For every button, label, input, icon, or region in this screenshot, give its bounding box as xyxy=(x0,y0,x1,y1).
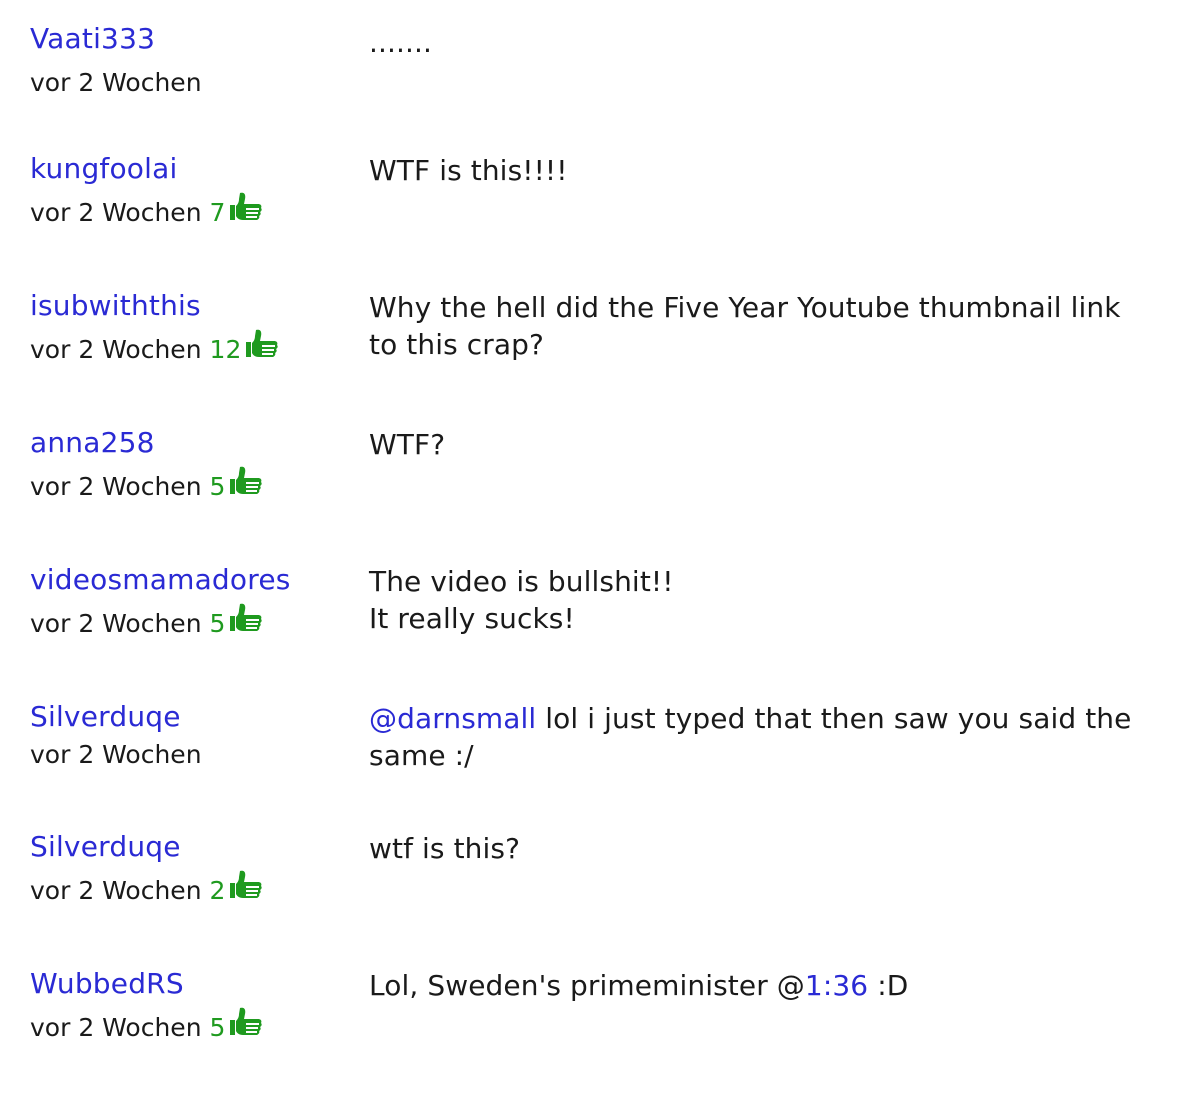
vote-count: 7 xyxy=(209,198,226,227)
timestamp: vor 2 Wochen xyxy=(30,876,202,905)
comment-text-fragment: :D xyxy=(868,969,909,1002)
comment-text-line: to this crap? xyxy=(369,328,545,361)
username-link[interactable]: anna258 xyxy=(30,426,350,460)
username-link[interactable]: videosmamadores xyxy=(30,563,350,597)
timestamp: vor 2 Wochen xyxy=(30,68,202,97)
comment-text-line: same :/ xyxy=(369,739,474,772)
timestamp: vor 2 Wochen xyxy=(30,740,202,769)
username-link[interactable]: Silverduqe xyxy=(30,830,350,864)
thumbs-up-icon[interactable] xyxy=(229,465,263,501)
vote-count: 2 xyxy=(209,876,226,905)
comment-text-line: It really sucks! xyxy=(369,602,575,635)
comment-meta: anna258 vor 2 Wochen 5 xyxy=(30,426,350,504)
comment-text-fragment: Lol, Sweden's primeminister @ xyxy=(369,969,805,1002)
comment-time-row: vor 2 Wochen 5 xyxy=(30,603,350,641)
thumbs-up-icon[interactable] xyxy=(245,328,279,364)
vote-count: 5 xyxy=(209,472,226,501)
vote-count: 12 xyxy=(209,335,242,364)
comment-meta: WubbedRS vor 2 Wochen 5 xyxy=(30,967,350,1045)
timestamp: vor 2 Wochen xyxy=(30,1013,202,1042)
comment-text: WTF? xyxy=(369,428,446,461)
comment-text-line: @darnsmall lol i just typed that then sa… xyxy=(369,700,1159,737)
timestamp: vor 2 Wochen xyxy=(30,472,202,501)
comment-text: Lol, Sweden's primeminister @1:36 :D xyxy=(369,967,1159,1004)
comment-time-row: vor 2 Wochen 12 xyxy=(30,329,350,367)
comment-text-line: The video is bullshit!! xyxy=(369,565,674,598)
timestamp: vor 2 Wochen xyxy=(30,198,202,227)
comment-time-row: vor 2 Wochen 2 xyxy=(30,870,350,908)
username-link[interactable]: kungfoolai xyxy=(30,152,350,186)
comment-meta: Vaati333 vor 2 Wochen xyxy=(30,22,350,100)
thumbs-up-icon[interactable] xyxy=(229,1006,263,1042)
vote-count: 5 xyxy=(209,609,226,638)
username-link[interactable]: isubwiththis xyxy=(30,289,350,323)
comment-text: wtf is this? xyxy=(369,832,521,865)
thumbs-up-icon[interactable] xyxy=(229,191,263,227)
username-link[interactable]: Silverduqe xyxy=(30,700,350,734)
comment-text: WTF is this!!!! xyxy=(369,154,568,187)
comment-meta: videosmamadores vor 2 Wochen 5 xyxy=(30,563,350,641)
comment-time-row: vor 2 Wochen 7 xyxy=(30,192,350,230)
comment-text-fragment: lol i just typed that then saw you said … xyxy=(536,702,1132,735)
comment-meta: isubwiththis vor 2 Wochen 12 xyxy=(30,289,350,367)
timestamp: vor 2 Wochen xyxy=(30,335,202,364)
comment-time-row: vor 2 Wochen 5 xyxy=(30,1007,350,1045)
username-link[interactable]: Vaati333 xyxy=(30,22,350,56)
vote-count: 5 xyxy=(209,1013,226,1042)
comment-text-line: Why the hell did the Five Year Youtube t… xyxy=(369,291,1121,324)
comment-time-row: vor 2 Wochen xyxy=(30,66,350,100)
timestamp: vor 2 Wochen xyxy=(30,609,202,638)
thumbs-up-icon[interactable] xyxy=(229,602,263,638)
comment-text: Why the hell did the Five Year Youtube t… xyxy=(369,289,1159,363)
comment-text: @darnsmall lol i just typed that then sa… xyxy=(369,700,1159,774)
comment-meta: Silverduqe vor 2 Wochen xyxy=(30,700,350,772)
comment-text: The video is bullshit!! It really sucks! xyxy=(369,563,1159,637)
comment-meta: Silverduqe vor 2 Wochen 2 xyxy=(30,830,350,908)
comment-list: Vaati333 vor 2 Wochen ....... kungfoolai… xyxy=(0,0,1200,1097)
comment-time-row: vor 2 Wochen xyxy=(30,738,350,772)
comment-meta: kungfoolai vor 2 Wochen 7 xyxy=(30,152,350,230)
username-link[interactable]: WubbedRS xyxy=(30,967,350,1001)
comment-time-row: vor 2 Wochen 5 xyxy=(30,466,350,504)
thumbs-up-icon[interactable] xyxy=(229,869,263,905)
mention-link[interactable]: @darnsmall xyxy=(369,702,536,735)
timestamp-link[interactable]: 1:36 xyxy=(805,969,868,1002)
comment-text: ....... xyxy=(369,26,433,59)
